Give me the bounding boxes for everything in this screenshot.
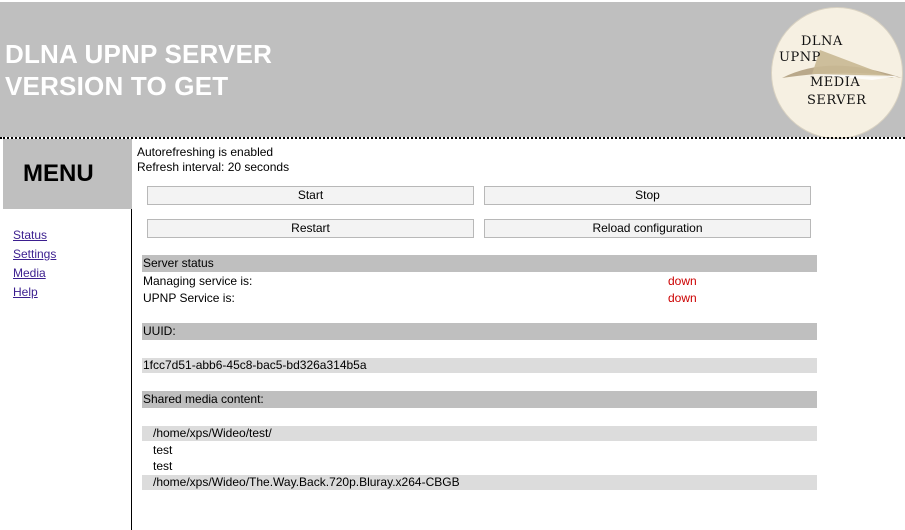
nav-link-settings[interactable]: Settings — [13, 247, 56, 266]
nav-link-media[interactable]: Media — [13, 266, 56, 285]
header-banner: DLNA UPNP SERVER VERSION TO GET DLNA UPN… — [0, 0, 905, 139]
uuid-value: 1fcc7d51-abb6-45c8-bac5-bd326a314b5a — [142, 358, 817, 373]
logo-text-line-2: UPNP — [779, 50, 821, 65]
page-title: DLNA UPNP SERVER VERSION TO GET — [5, 39, 273, 101]
logo-text-line-1: DLNA — [801, 34, 843, 49]
shared-media-path: /home/xps/Wideo/test/ — [142, 426, 817, 441]
shared-media-item: test — [153, 459, 173, 473]
sidebar-nav: Status Settings Media Help — [13, 228, 56, 304]
logo-swoosh-graphic — [782, 50, 902, 80]
restart-button[interactable]: Restart — [147, 219, 474, 238]
menu-header: MENU — [3, 139, 132, 209]
start-button[interactable]: Start — [147, 186, 474, 205]
nav-link-status[interactable]: Status — [13, 228, 56, 247]
shared-media-item: test — [153, 443, 173, 457]
managing-service-label: Managing service is: — [143, 274, 253, 288]
reload-configuration-button[interactable]: Reload configuration — [484, 219, 811, 238]
autorefresh-status-text: Autorefreshing is enabled — [137, 145, 274, 159]
shared-media-header: Shared media content: — [142, 391, 817, 408]
main-content: Autorefreshing is enabled Refresh interv… — [133, 139, 905, 530]
logo-text-line-4: SERVER — [807, 93, 867, 108]
upnp-service-label: UPNP Service is: — [143, 291, 235, 305]
server-status-header: Server status — [142, 255, 817, 272]
shared-media-path: /home/xps/Wideo/The.Way.Back.720p.Bluray… — [142, 475, 817, 490]
uuid-header: UUID: — [142, 323, 817, 340]
sidebar: MENU Status Settings Media Help — [0, 139, 132, 530]
managing-service-status: down — [668, 274, 697, 288]
nav-link-help[interactable]: Help — [13, 285, 56, 304]
logo-text-line-3: MEDIA — [810, 75, 861, 90]
refresh-interval-text: Refresh interval: 20 seconds — [137, 160, 290, 174]
upnp-service-status: down — [668, 291, 697, 305]
menu-title: MENU — [23, 160, 94, 187]
stop-button[interactable]: Stop — [484, 186, 811, 205]
dlna-logo: DLNA UPNP MEDIA SERVER — [771, 7, 903, 139]
